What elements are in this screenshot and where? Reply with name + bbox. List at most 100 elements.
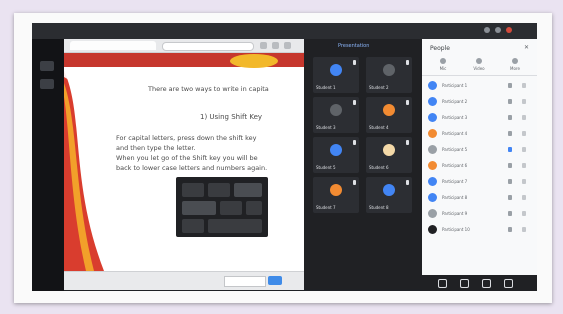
participant-row[interactable]: Participant 2: [428, 95, 536, 109]
slide-footer: [64, 271, 304, 290]
avatar: [428, 145, 437, 154]
people-tab[interactable]: Mic: [426, 58, 460, 71]
participant-row-name: Participant 5: [442, 147, 468, 152]
more-icon[interactable]: [522, 179, 526, 184]
participant-row[interactable]: Participant 8: [428, 191, 536, 205]
mic-icon: [353, 100, 356, 105]
people-tab[interactable]: Video: [462, 58, 496, 71]
mic-icon[interactable]: [508, 131, 512, 136]
screen: There are two ways to write in capita 1)…: [32, 23, 537, 291]
avatar: [330, 64, 342, 76]
more-icon[interactable]: [522, 115, 526, 120]
more-icon[interactable]: [522, 99, 526, 104]
meeting-controls: [422, 275, 537, 291]
avatar: [428, 161, 437, 170]
mic-icon: [406, 180, 409, 185]
participant-row-name: Participant 7: [442, 179, 468, 184]
maximize-icon[interactable]: [495, 27, 501, 33]
toolbar-button[interactable]: [284, 42, 291, 49]
people-tab[interactable]: More: [498, 58, 532, 71]
participant-tile[interactable]: Student 3: [313, 97, 359, 133]
participant-name: Student 6: [369, 165, 389, 170]
info-icon[interactable]: [438, 279, 447, 288]
slide-subheading: 1) Using Shift Key: [200, 113, 263, 121]
avatar: [383, 184, 395, 196]
activities-icon[interactable]: [504, 279, 513, 288]
url-bar[interactable]: [162, 42, 254, 51]
more-icon[interactable]: [522, 195, 526, 200]
participant-row[interactable]: Participant 6: [428, 159, 536, 173]
more-icon[interactable]: [522, 147, 526, 152]
mic-icon[interactable]: [508, 195, 512, 200]
participant-row-name: Participant 8: [442, 195, 468, 200]
participant-row[interactable]: Participant 1: [428, 79, 536, 93]
avatar: [428, 209, 437, 218]
participant-row[interactable]: Participant 3: [428, 111, 536, 125]
presentation-slide: There are two ways to write in capita 1)…: [64, 53, 304, 271]
participant-tile[interactable]: Student 2: [366, 57, 412, 93]
window-controls[interactable]: [484, 27, 512, 33]
participant-tile[interactable]: Student 4: [366, 97, 412, 133]
browser-tab[interactable]: [70, 41, 156, 50]
footer-field[interactable]: [224, 276, 266, 287]
participant-row-name: Participant 2: [442, 99, 468, 104]
participant-row-name: Participant 4: [442, 131, 468, 136]
participant-tile[interactable]: Student 8: [366, 177, 412, 213]
participant-row[interactable]: Participant 10: [428, 223, 536, 237]
avatar: [330, 184, 342, 196]
people-tab-label: Mic: [439, 66, 447, 71]
participant-name: Student 8: [369, 205, 389, 210]
mic-icon[interactable]: [508, 83, 512, 88]
window-titlebar: [32, 23, 537, 39]
participant-name: Student 5: [316, 165, 336, 170]
slide-text: When you let go of the Shift key you wil…: [116, 154, 258, 162]
more-icon[interactable]: [522, 131, 526, 136]
slide-heading: There are two ways to write in capita: [148, 85, 269, 93]
avatar: [428, 81, 437, 90]
people-tab-label: More: [510, 66, 520, 71]
mic-icon: [406, 100, 409, 105]
tool-icon[interactable]: [40, 61, 54, 71]
avatar: [383, 104, 395, 116]
presentation-label[interactable]: Presentation: [338, 43, 369, 49]
toolbar-button[interactable]: [260, 42, 267, 49]
more-icon[interactable]: [522, 211, 526, 216]
participant-tile[interactable]: Student 1: [313, 57, 359, 93]
more-icon[interactable]: [522, 227, 526, 232]
toolbar-button[interactable]: [272, 42, 279, 49]
participant-tile[interactable]: Student 7: [313, 177, 359, 213]
participant-row[interactable]: Participant 9: [428, 207, 536, 221]
mic-icon[interactable]: [508, 99, 512, 104]
more-icon[interactable]: [522, 163, 526, 168]
participant-row[interactable]: Participant 7: [428, 175, 536, 189]
minimize-icon[interactable]: [484, 27, 490, 33]
participant-row-name: Participant 1: [442, 83, 468, 88]
keyboard-image: [176, 177, 268, 237]
avatar: [383, 144, 395, 156]
participant-row[interactable]: Participant 5: [428, 143, 536, 157]
chat-icon[interactable]: [482, 279, 491, 288]
mic-icon[interactable]: [508, 147, 512, 152]
mic-icon[interactable]: [508, 179, 512, 184]
participant-row[interactable]: Participant 4: [428, 127, 536, 141]
mic-icon: [353, 60, 356, 65]
mic-icon[interactable]: [508, 163, 512, 168]
participant-tile[interactable]: Student 6: [366, 137, 412, 173]
more-icon[interactable]: [522, 83, 526, 88]
slide-window: There are two ways to write in capita 1)…: [64, 39, 304, 290]
mic-icon[interactable]: [508, 211, 512, 216]
mic-icon[interactable]: [508, 115, 512, 120]
chrome-close-icon[interactable]: [506, 27, 512, 33]
mic-icon: [406, 60, 409, 65]
avatar: [428, 129, 437, 138]
people-icon[interactable]: [460, 279, 469, 288]
people-tab-label: Video: [473, 66, 485, 71]
participant-tile[interactable]: Student 5: [313, 137, 359, 173]
slide-text: and then type the letter.: [116, 144, 196, 152]
participant-row-name: Participant 6: [442, 163, 468, 168]
mic-icon[interactable]: [508, 227, 512, 232]
mic-icon: [353, 180, 356, 185]
footer-button[interactable]: [268, 276, 282, 285]
close-icon[interactable]: ✕: [524, 44, 529, 51]
tool-icon[interactable]: [40, 79, 54, 89]
